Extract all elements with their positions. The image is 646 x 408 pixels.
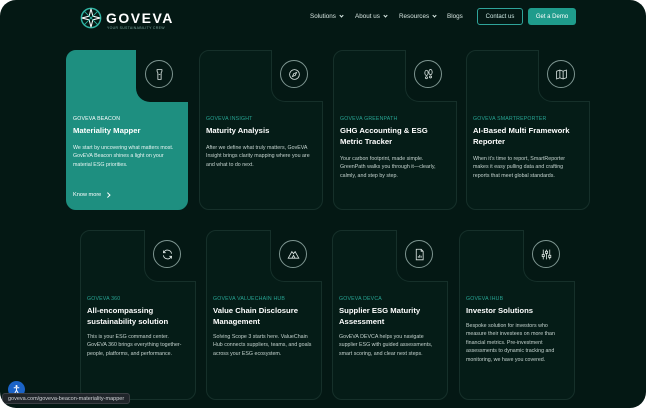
card-tag: GOVEVA SMARTREPORTER — [473, 116, 547, 122]
card-greenpath[interactable]: GOVEVA GREENPATH GHG Accounting & ESG Me… — [333, 50, 457, 210]
card-description: Solving Scope 3 starts here. ValueChain … — [213, 334, 312, 357]
chevron-down-icon — [432, 13, 437, 18]
chevron-down-icon — [383, 13, 388, 18]
footprints-icon — [414, 60, 442, 88]
card-description: We start by uncovering what matters most… — [73, 145, 174, 168]
card-title: All-encompassing sustainability solution — [87, 306, 169, 326]
report-icon — [405, 240, 433, 268]
card-description: GovEVA DEVCA helps you navigate supplier… — [339, 334, 433, 357]
map-icon — [547, 60, 575, 88]
card-title: AI-Based Multi Framework Reporter — [473, 126, 570, 146]
card-title: Investor Solutions — [466, 306, 534, 315]
card-devca[interactable]: GOVEVA DEVCA Supplier ESG Maturity Asses… — [332, 230, 448, 400]
know-more-link[interactable]: Know more — [73, 192, 111, 198]
card-tag: GOVEVA IHUB — [466, 296, 504, 302]
card-description: After we define what truly matters, GovE… — [206, 145, 310, 168]
nav-solutions[interactable]: Solutions — [310, 13, 344, 20]
card-title: Value Chain Disclosure Management — [213, 306, 299, 326]
logo-tagline: YOUR SUSTAINABILITY CREW — [107, 26, 165, 30]
status-bar-url: goveva.com/goveva-beacon-materiality-map… — [2, 393, 131, 404]
card-tag: GOVEVA GREENPATH — [340, 116, 398, 122]
nav-resources-label: Resources — [399, 13, 430, 20]
know-more-label: Know more — [73, 192, 102, 198]
nav-solutions-label: Solutions — [310, 13, 336, 20]
card-description: Bespoke solution for investors who measu… — [466, 323, 555, 363]
nav-blogs-label: Blogs — [447, 13, 463, 20]
beacon-icon — [145, 60, 173, 88]
compass-icon — [280, 60, 308, 88]
card-ihub[interactable]: GOVEVA IHUB Investor Solutions Bespoke s… — [459, 230, 575, 400]
card-tag: GOVEVA VALUECHAIN HUB — [213, 296, 286, 302]
card-smartreporter[interactable]: GOVEVA SMARTREPORTER AI-Based Multi Fram… — [466, 50, 590, 210]
card-title: Materiality Mapper — [73, 126, 141, 135]
nav-about[interactable]: About us — [355, 13, 388, 20]
card-tag: GOVEVA DEVCA — [339, 296, 382, 302]
card-title: GHG Accounting & ESG Metric Tracker — [340, 126, 428, 146]
card-valuechain[interactable]: GOVEVA VALUECHAIN HUB Value Chain Disclo… — [206, 230, 322, 400]
page-frame: GOVEVA YOUR SUSTAINABILITY CREW Solution… — [0, 0, 646, 408]
sliders-icon — [532, 240, 560, 268]
nav-blogs[interactable]: Blogs — [447, 13, 463, 20]
nav-resources[interactable]: Resources — [399, 13, 437, 20]
card-description: When it’s time to report, SmartReporter … — [473, 156, 566, 179]
chevron-down-icon — [339, 13, 344, 18]
card-360[interactable]: GOVEVA 360 All-encompassing sustainabili… — [80, 230, 196, 400]
card-title: Supplier ESG Maturity Assessment — [339, 306, 421, 326]
card-title: Maturity Analysis — [206, 126, 270, 135]
card-tag: GOVEVA INSIGHT — [206, 116, 253, 122]
logo-mark-icon — [80, 7, 102, 29]
card-tag: GOVEVA BEACON — [73, 116, 121, 122]
card-insight[interactable]: GOVEVA INSIGHT Maturity Analysis After w… — [199, 50, 323, 210]
tent-icon — [279, 240, 307, 268]
refresh-icon — [153, 240, 181, 268]
contact-us-button[interactable]: Contact us — [477, 8, 523, 25]
card-description: Your carbon footprint, made simple. Gree… — [340, 156, 436, 179]
card-beacon[interactable]: GOVEVA BEACON Materiality Mapper We star… — [66, 50, 188, 210]
logo[interactable]: GOVEVA YOUR SUSTAINABILITY CREW — [80, 7, 172, 30]
logo-text: GOVEVA — [106, 10, 174, 26]
nav-about-label: About us — [355, 13, 380, 20]
get-a-demo-button[interactable]: Get a Demo — [528, 8, 576, 25]
card-tag: GOVEVA 360 — [87, 296, 121, 302]
chevron-right-icon — [105, 192, 111, 198]
card-description: This is your ESG command center. GovEVA … — [87, 334, 182, 357]
